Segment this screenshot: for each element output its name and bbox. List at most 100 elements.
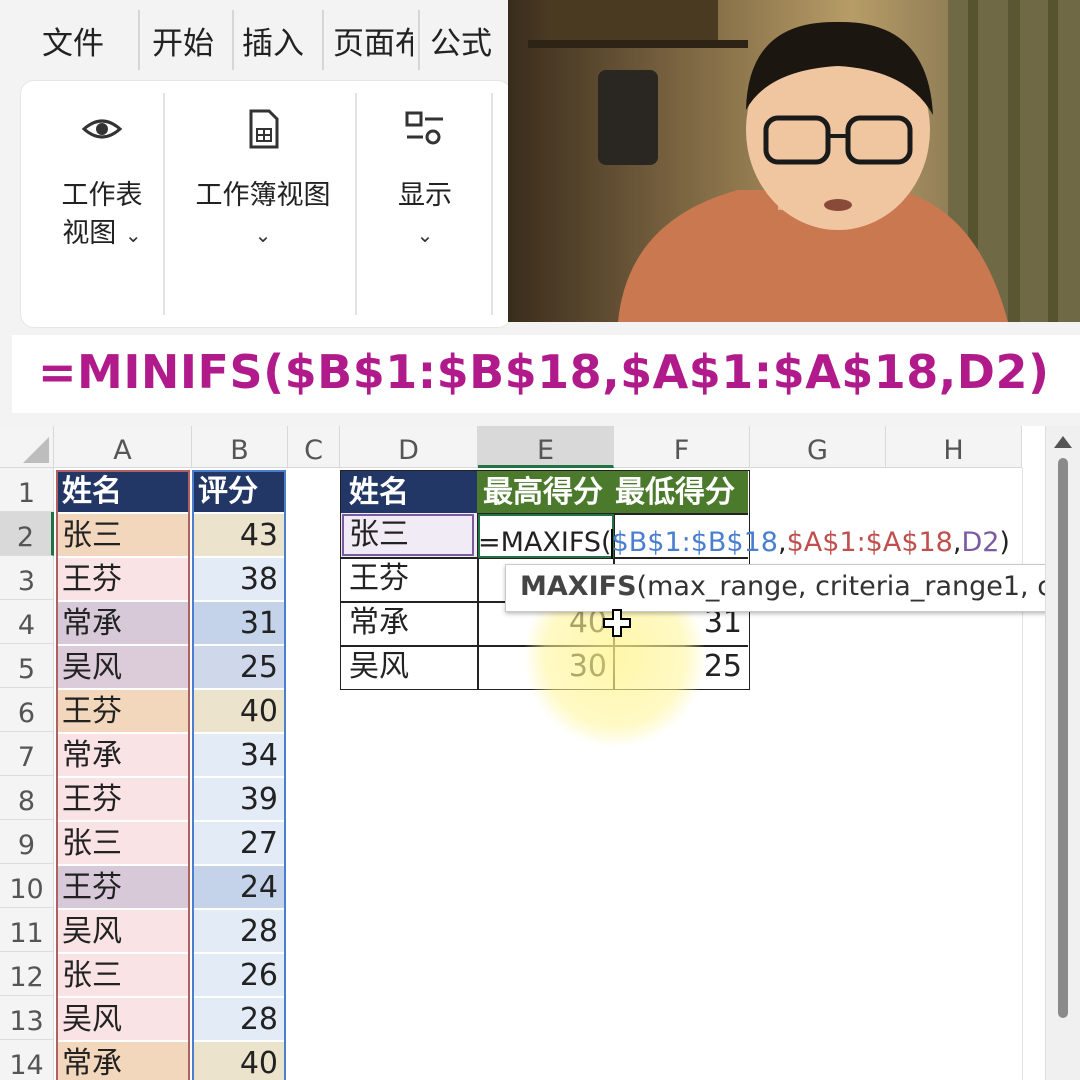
tooltip-function-name[interactable]: MAXIFS [520, 571, 637, 602]
source-name-cell[interactable]: 吴风 [58, 646, 188, 688]
row-header-2[interactable]: 2 [0, 512, 54, 556]
row-header-1[interactable]: 1 [0, 468, 54, 512]
source-name-cell[interactable]: 常承 [58, 602, 188, 644]
source-name-cell[interactable]: 吴风 [58, 910, 188, 952]
tab-home[interactable]: 开始 [152, 18, 214, 63]
tab-page-layout[interactable]: 页面布 [333, 18, 413, 63]
vertical-scrollbar[interactable] [1045, 426, 1080, 1080]
source-score-cell[interactable]: 34 [194, 734, 284, 776]
source-score-cell[interactable]: 25 [194, 646, 284, 688]
column-header-d[interactable]: D [340, 426, 478, 468]
column-header-f[interactable]: F [614, 426, 750, 468]
ribbon-divider [163, 93, 165, 315]
source-header-score[interactable]: 评分 [194, 470, 284, 512]
workbook-view-button[interactable]: 工作簿视图 ⌄ [173, 91, 353, 311]
cell-edit-formula[interactable]: =MAXIFS($B$1:$B$18,$A$1:$A$18,D2) [478, 521, 1038, 565]
formula-suffix: ) [999, 527, 1010, 558]
show-label: 显示 [398, 180, 452, 211]
row-header-5[interactable]: 5 [0, 644, 54, 688]
source-score-cell[interactable]: 40 [194, 1042, 284, 1080]
source-score-cell[interactable]: 28 [194, 998, 284, 1040]
source-score-cell[interactable]: 28 [194, 910, 284, 952]
row-header-12[interactable]: 12 [0, 952, 54, 996]
row-header-11[interactable]: 11 [0, 908, 54, 952]
workbook-icon [249, 109, 279, 149]
ribbon-tabs: 文件 开始 插入 页面布 公式 [0, 0, 510, 78]
source-name-cell[interactable]: 吴风 [58, 998, 188, 1040]
column-header-c[interactable]: C [288, 426, 340, 468]
summary-name-cell[interactable]: 王芬 [341, 557, 477, 601]
formula-arg-max-range: $B$1:$B$18 [611, 527, 778, 558]
tab-formulas[interactable]: 公式 [430, 18, 492, 63]
source-score-cell[interactable]: 27 [194, 822, 284, 864]
display-settings-icon [405, 111, 443, 145]
summary-header-max[interactable]: 最高得分 [477, 471, 613, 513]
source-score-cell[interactable]: 38 [194, 558, 284, 600]
source-score-cell[interactable]: 26 [194, 954, 284, 996]
spreadsheet-grid[interactable]: A B C D E F G H 1 2 3 4 5 6 7 8 9 10 11 12 13 14 姓名 评… [0, 426, 1080, 1080]
row-header-10[interactable]: 10 [0, 864, 54, 908]
source-name-cell[interactable]: 张三 [58, 822, 188, 864]
formula-arg-criteria: D2 [961, 527, 1000, 558]
source-name-cell[interactable]: 张三 [58, 514, 188, 556]
move-cursor-icon [603, 609, 631, 637]
row-header-4[interactable]: 4 [0, 600, 54, 644]
select-all-corner[interactable] [0, 426, 54, 468]
row-header-8[interactable]: 8 [0, 776, 54, 820]
summary-header-min[interactable]: 最低得分 [613, 471, 748, 513]
source-score-cell[interactable]: 40 [194, 690, 284, 732]
formula-arg-criteria-range: $A$1:$A$18 [786, 527, 953, 558]
chevron-down-icon: ⌄ [254, 223, 272, 247]
row-header-14[interactable]: 14 [0, 1040, 54, 1080]
tab-file[interactable]: 文件 [42, 18, 104, 63]
sheet-view-label-2: 视图 ⌄ [62, 218, 142, 249]
row-header-7[interactable]: 7 [0, 732, 54, 776]
column-header-g[interactable]: G [750, 426, 886, 468]
source-name-cell[interactable]: 王芬 [58, 558, 188, 600]
source-score-cell[interactable]: 31 [194, 602, 284, 644]
source-name-cell[interactable]: 王芬 [58, 690, 188, 732]
scroll-up-icon[interactable] [1054, 436, 1072, 448]
tab-divider [322, 10, 324, 70]
tab-divider [138, 10, 140, 70]
source-name-cell[interactable]: 常承 [58, 1042, 188, 1080]
formula-banner: =MINIFS($B$1:$B$18,$A$1:$A$18,D2) [12, 335, 1080, 413]
source-score-cell[interactable]: 24 [194, 866, 284, 908]
source-score-cell[interactable]: 43 [194, 514, 284, 556]
ribbon-divider [491, 93, 493, 315]
summary-name-cell[interactable]: 吴风 [341, 645, 477, 689]
source-name-cell[interactable]: 王芬 [58, 866, 188, 908]
summary-name-cell[interactable]: 常承 [341, 601, 477, 645]
tab-insert[interactable]: 插入 [242, 18, 304, 63]
presenter-video [528, 0, 1080, 322]
row-header-3[interactable]: 3 [0, 556, 54, 600]
source-score-cell[interactable]: 39 [194, 778, 284, 820]
formula-comma: , [777, 527, 787, 558]
webcam-overlay [508, 0, 1080, 322]
row-header-6[interactable]: 6 [0, 688, 54, 732]
chevron-down-icon: ⌄ [416, 223, 434, 247]
column-header-e[interactable]: E [478, 426, 614, 468]
row-header-9[interactable]: 9 [0, 820, 54, 864]
source-name-cell[interactable]: 张三 [58, 954, 188, 996]
column-header-b[interactable]: B [192, 426, 288, 468]
eye-icon [81, 119, 123, 139]
show-button[interactable]: 显示 ⌄ [363, 91, 487, 311]
tab-divider [418, 10, 420, 70]
tooltip-arguments: (max_range, criteria_range1, cr [636, 571, 1064, 602]
column-header-a[interactable]: A [54, 426, 192, 468]
source-header-name[interactable]: 姓名 [58, 470, 188, 512]
summary-header-name[interactable]: 姓名 [341, 471, 477, 513]
column-header-h[interactable]: H [886, 426, 1022, 468]
row-header-13[interactable]: 13 [0, 996, 54, 1040]
source-name-cell[interactable]: 常承 [58, 734, 188, 776]
select-all-triangle-icon [23, 437, 49, 463]
scroll-thumb[interactable] [1058, 458, 1068, 1018]
formula-banner-text: =MINIFS($B$1:$B$18,$A$1:$A$18,D2) [38, 345, 1050, 399]
source-name-cell[interactable]: 王芬 [58, 778, 188, 820]
sheet-view-button[interactable]: 工作表 视图 ⌄ [39, 91, 165, 311]
formula-prefix: =MAXIFS( [478, 527, 612, 558]
ribbon-divider [355, 93, 357, 315]
workbook-view-label: 工作簿视图 [195, 180, 331, 211]
tab-divider [232, 10, 234, 70]
